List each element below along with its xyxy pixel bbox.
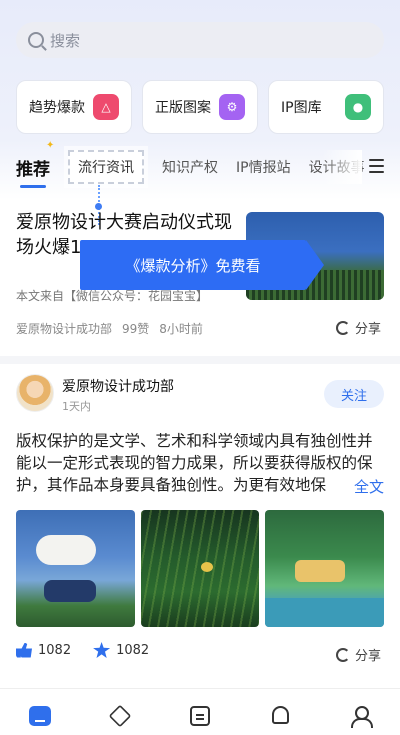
menu-icon[interactable] [369,159,384,173]
share-label: 分享 [355,649,382,664]
search-placeholder: 搜索 [50,31,81,50]
shortcut-row: 趋势爆款 △ 正版图案 ⚙ IP图库 ● [16,80,384,134]
category-tabs: 推荐 流行资讯 知识产权 IP情报站 设计故事 [16,150,384,188]
share-label: 分享 [355,322,382,337]
shortcut-label: 趋势爆款 [29,100,85,116]
full-text-link[interactable]: 全文 [350,476,385,497]
nav-docs[interactable] [180,698,220,735]
post-time: 1天内 [62,400,91,413]
shortcut-label: 正版图案 [155,100,211,116]
article-meta: 爱原物设计成功部 99赞 8小时前 [16,320,203,337]
tabs-fade [322,150,362,184]
post-actions: 1082 1082 [16,642,149,658]
section-divider [0,356,400,364]
article-time: 8小时前 [159,322,203,336]
nav-profile[interactable] [340,698,380,735]
article-author: 爱原物设计成功部 [16,322,113,336]
flame-icon: △ [93,94,119,120]
bear-icon: ● [345,94,371,120]
gear-icon: ⚙ [219,94,245,120]
post-image[interactable] [265,510,385,627]
post-share-button[interactable]: 分享 [336,645,381,664]
shortcut-ip-gallery[interactable]: IP图库 ● [268,80,384,134]
star-button[interactable]: 1082 [93,642,149,658]
home-icon [29,706,51,726]
user-icon [350,706,373,728]
like-count: 1082 [38,642,72,658]
tab-ip-knowledge[interactable]: 知识产权 [162,157,218,177]
share-icon [336,647,350,662]
avatar[interactable] [16,374,54,412]
search-bar[interactable]: 搜索 [16,22,384,58]
follow-button[interactable]: 关注 [324,380,384,408]
article-likes: 99赞 [122,322,150,336]
shortcut-trend[interactable]: 趋势爆款 △ [16,80,132,134]
post-images [16,510,385,627]
tab-trending-news[interactable]: 流行资讯 [68,150,144,184]
diamond-icon [108,704,132,728]
star-icon [93,642,111,658]
article-share-button[interactable]: 分享 [336,318,381,337]
post-author[interactable]: 爱原物设计成功部 [62,376,174,396]
tab-ip-intel[interactable]: IP情报站 [236,157,291,177]
thumbs-up-icon [16,642,32,658]
star-count: 1082 [116,642,150,658]
nav-home[interactable] [20,698,60,735]
guide-dot [95,203,102,210]
bell-icon [271,706,289,724]
nav-discover[interactable] [100,698,140,735]
shortcut-label: IP图库 [281,100,322,116]
search-icon [28,32,44,48]
shortcut-licensed[interactable]: 正版图案 ⚙ [142,80,258,134]
post-body[interactable]: 版权保护的是文学、艺术和科学领域内具有独创性并能以一定形式表现的智力成果，所以要… [16,430,384,496]
tab-recommend[interactable]: 推荐 [16,155,50,188]
bottom-nav [0,698,400,735]
promo-tooltip[interactable]: 《爆款分析》免费看 [80,240,324,290]
doc-icon [190,706,210,726]
nav-divider [0,688,400,689]
post-image[interactable] [16,510,135,627]
post-image[interactable] [140,510,260,627]
share-icon [336,320,350,335]
like-button[interactable]: 1082 [16,642,71,658]
nav-notifications[interactable] [260,698,300,735]
